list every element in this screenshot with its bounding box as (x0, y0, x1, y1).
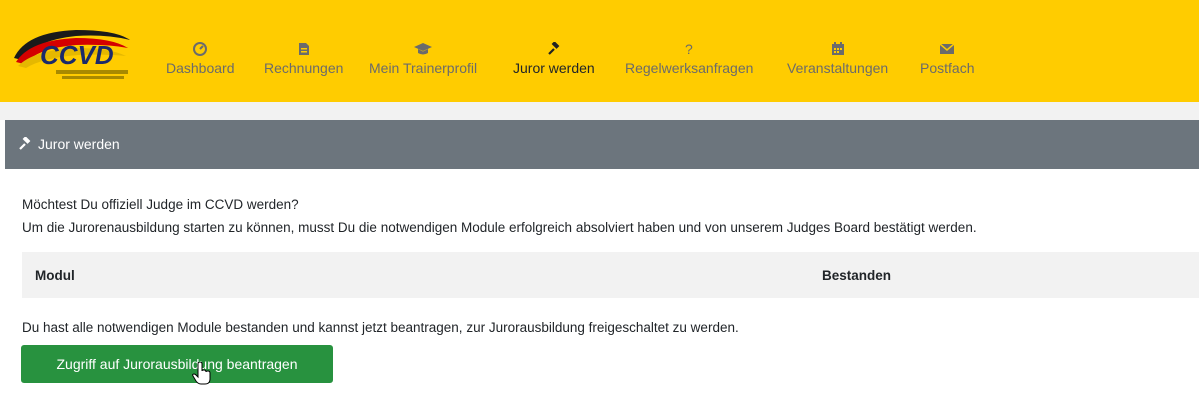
svg-text:?: ? (685, 42, 693, 56)
divider-strip (0, 102, 1199, 120)
nav-label: Juror werden (513, 60, 595, 76)
hand-cursor-icon (192, 361, 212, 391)
dashboard-icon (166, 38, 235, 58)
eligibility-info: Du hast alle notwendigen Module bestande… (22, 320, 739, 335)
question-icon: ? (625, 38, 753, 58)
nav-label: Veranstaltungen (787, 60, 889, 76)
envelope-icon (920, 38, 974, 58)
nav-label: Dashboard (166, 60, 235, 76)
nav-label: Rechnungen (264, 60, 344, 76)
calendar-icon (787, 38, 888, 58)
nav-item-juror-werden[interactable]: Juror werden (513, 38, 595, 86)
column-header-bestanden: Bestanden (822, 268, 892, 283)
nav-item-regelwerksanfragen[interactable]: ? Regelwerksanfragen (625, 38, 753, 86)
request-access-button[interactable]: Zugriff auf Jurorausbildung beantragen (21, 345, 333, 383)
nav-label: Mein Trainerprofil (369, 60, 478, 76)
nav-label: Regelwerksanfragen (625, 60, 754, 76)
ccvd-logo[interactable]: CCVD (6, 18, 136, 90)
column-header-modul: Modul (35, 268, 75, 283)
intro-description: Um die Jurorenausbildung starten zu könn… (22, 220, 977, 235)
gavel-icon (513, 38, 595, 58)
nav-item-rechnungen[interactable]: Rechnungen (264, 38, 343, 86)
intro-question: Möchtest Du offiziell Judge im CCVD werd… (22, 197, 299, 212)
modules-table-header: Modul Bestanden (22, 252, 1199, 298)
nav-label: Postfach (920, 60, 975, 76)
top-navigation: CCVD Dashboard Rechnungen Mein Trainerpr… (0, 0, 1199, 102)
gavel-icon (18, 136, 32, 154)
nav-item-veranstaltungen[interactable]: Veranstaltungen (787, 38, 888, 86)
section-title: Juror werden (38, 136, 120, 152)
section-header: Juror werden (5, 120, 1199, 169)
nav-item-mein-trainerprofil[interactable]: Mein Trainerprofil (369, 38, 477, 86)
graduation-cap-icon (369, 38, 477, 58)
nav-item-postfach[interactable]: Postfach (920, 38, 974, 86)
nav-item-dashboard[interactable]: Dashboard (166, 38, 235, 86)
invoice-icon (264, 38, 343, 58)
svg-text:CCVD: CCVD (40, 40, 114, 70)
